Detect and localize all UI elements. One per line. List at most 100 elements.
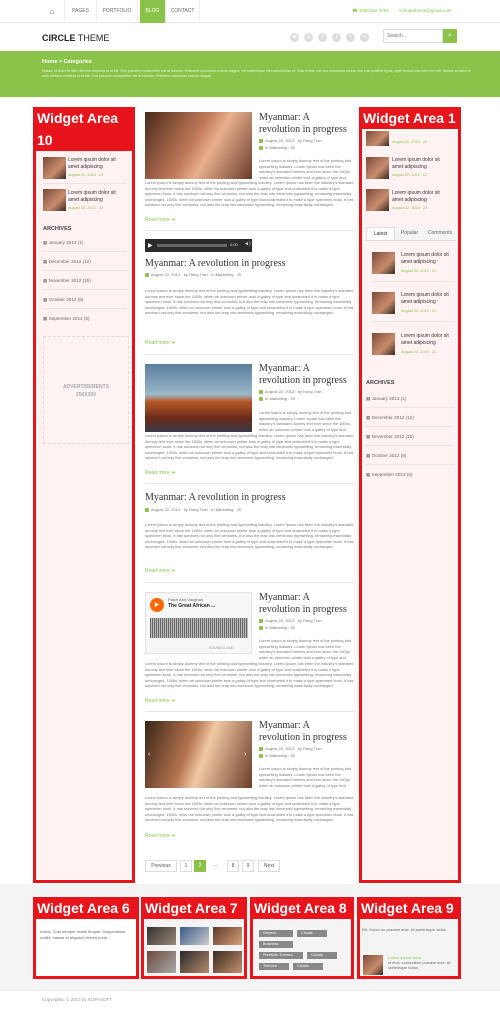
post-title-line1: Myanmar: A <box>259 592 310 603</box>
nav-pages-label: PAGES <box>72 8 89 14</box>
post-meta: August 22, 2013 · by Hong Tran <box>259 138 322 143</box>
read-more-link[interactable]: Read more ➜ <box>145 470 175 476</box>
nav-portfolio[interactable]: PORTFOLIO <box>97 0 138 23</box>
post-title[interactable]: Myanmar: Arevolution in progress <box>259 112 359 136</box>
email-text: kopatheme@gmail.com <box>404 8 452 13</box>
phone-number: ☎ 1800.562.3784 <box>352 8 389 13</box>
post-excerpt: Lorem Ipsum is simply dummy text of the … <box>145 661 354 689</box>
post-meta: In Marketing · 20 <box>259 625 295 630</box>
page-banner: Home > Categories Nullam id dolor id nib… <box>0 51 500 97</box>
post-title-line1: Myanmar: A <box>259 363 310 374</box>
pagination-next[interactable]: Next <box>258 860 280 872</box>
divider <box>145 711 355 712</box>
post-author: by Hong Tran <box>297 389 322 394</box>
post-title[interactable]: Myanmar: A revolution in progress <box>145 258 355 270</box>
audio-waveform[interactable] <box>150 618 248 638</box>
pagination-current-page[interactable]: 2 <box>194 860 206 872</box>
nav-contact[interactable]: CONTACT <box>166 0 200 23</box>
pagination-previous[interactable]: Previous <box>145 860 177 872</box>
pagination-page-label: 8 <box>231 863 235 869</box>
breadcrumb-home[interactable]: Home <box>42 59 57 65</box>
post-comments: 20 <box>290 145 296 150</box>
read-more-link[interactable]: Read more ➜ <box>145 217 175 223</box>
logo-light: THEME <box>77 33 110 43</box>
play-icon[interactable]: ▶ <box>150 598 164 612</box>
audio-track: The Great African ... <box>168 603 216 609</box>
play-icon[interactable]: ▶ <box>148 242 153 249</box>
flickr-icon[interactable]: •• <box>360 33 369 42</box>
volume-icon[interactable]: ◄) <box>244 241 251 247</box>
post-title-line1: Myanmar: A <box>259 720 310 731</box>
facebook-icon[interactable]: f <box>318 33 327 42</box>
rss-icon[interactable]: ◉ <box>290 33 299 42</box>
nav-blog[interactable]: BLOG <box>140 0 166 23</box>
post-category: In Marketing <box>265 753 288 758</box>
home-icon[interactable]: ⌂ <box>40 0 65 23</box>
divider <box>145 230 355 231</box>
breadcrumb: Home > Categories <box>42 59 92 65</box>
post-title[interactable]: Myanmar: Arevolution in progress <box>259 592 359 616</box>
post-category: In Marketing <box>265 145 288 150</box>
post-excerpt: Lorem Ipsum is simply dummy text of the … <box>145 522 354 550</box>
post-title[interactable]: Myanmar: Arevolution in progress <box>259 720 359 744</box>
read-more-label: Read more <box>145 217 170 223</box>
nav-contact-label: CONTACT <box>170 8 195 14</box>
pagination-page[interactable]: 8 <box>227 860 239 872</box>
post-title-line2: revolution in progress <box>259 732 347 743</box>
audio-progress[interactable] <box>157 244 227 247</box>
post-category: In Marketing <box>265 396 288 401</box>
post-author: by Hong Tran <box>183 272 208 277</box>
pagination-page-label: 1 <box>184 863 188 869</box>
widget-area-10-frame <box>33 107 135 883</box>
post-title[interactable]: Myanmar: A revolution in progress <box>145 492 355 504</box>
vimeo-icon[interactable]: v <box>346 33 355 42</box>
slider-next-icon[interactable]: › <box>244 751 246 758</box>
top-navbar: ⌂ PAGES PORTFOLIO BLOG CONTACT ☎ 1800.56… <box>0 0 500 23</box>
read-more-link[interactable]: Read more ➜ <box>145 833 175 839</box>
post-meta: In Marketing · 20 <box>259 396 295 401</box>
post-excerpt: Lorem Ipsum is simply dummy text of the … <box>145 288 354 316</box>
post-title-line1: Myanmar: A <box>259 112 310 123</box>
post-image-slider[interactable] <box>145 721 252 788</box>
read-more-link[interactable]: Read more ➜ <box>145 698 175 704</box>
post-image[interactable] <box>145 364 252 432</box>
read-more-link[interactable]: Read more ➜ <box>145 340 175 346</box>
post-excerpt: Lorem Ipsum is simply dummy text of the … <box>145 180 354 208</box>
post-author: by Hong Tran <box>297 746 322 751</box>
search-input[interactable] <box>383 29 443 43</box>
post-comments: 20 <box>290 625 296 630</box>
post-comments: 20 <box>290 753 296 758</box>
breadcrumb-separator: > <box>58 59 63 65</box>
post-author: by Hong Tran <box>297 618 322 623</box>
search-icon[interactable]: ⌕ <box>443 29 457 43</box>
dribbble-icon[interactable]: ◎ <box>304 33 313 42</box>
email-link[interactable]: ✉ kopatheme@gmail.com <box>399 8 451 14</box>
read-more-link[interactable]: Read more ➜ <box>145 568 175 574</box>
pagination-ellipsis: ... <box>208 860 222 872</box>
post-image[interactable] <box>145 112 252 179</box>
pagination-current-label: 2 <box>198 863 202 869</box>
post-date: August 22, 2013 <box>265 389 295 394</box>
slider-prev-icon[interactable]: ‹ <box>148 751 150 758</box>
nav-pages[interactable]: PAGES <box>65 0 97 23</box>
divider <box>145 582 355 583</box>
post-excerpt: Lorem Ipsum is simply dummy text of the … <box>259 158 352 180</box>
post-excerpt: Lorem Ipsum is simply dummy text of the … <box>259 638 352 660</box>
site-logo[interactable]: CIRCLE THEME <box>42 33 109 43</box>
pagination-page[interactable]: 9 <box>242 860 254 872</box>
post-excerpt: Lorem Ipsum is simply dummy text of the … <box>145 433 354 461</box>
twitter-icon[interactable]: t <box>332 33 341 42</box>
post-comments: 20 <box>236 272 242 277</box>
post-meta: August 22, 2013 · by Hong Tran · In Mark… <box>145 272 241 277</box>
pagination-page[interactable]: 1 <box>180 860 192 872</box>
nav-portfolio-label: PORTFOLIO <box>102 8 132 14</box>
post-category: In Marketing <box>265 625 288 630</box>
post-excerpt: Lorem Ipsum is simply dummy text of the … <box>259 410 352 432</box>
post-title[interactable]: Myanmar: Arevolution in progress <box>259 363 359 387</box>
post-title-line2: revolution in progress <box>259 604 347 615</box>
pagination-next-label: Next <box>263 863 275 869</box>
pagination-ellipsis-label: ... <box>212 862 218 868</box>
post-author: by Hong Tran <box>183 507 208 512</box>
post-meta: In Marketing · 20 <box>259 145 295 150</box>
nav-blog-label: BLOG <box>145 8 160 14</box>
